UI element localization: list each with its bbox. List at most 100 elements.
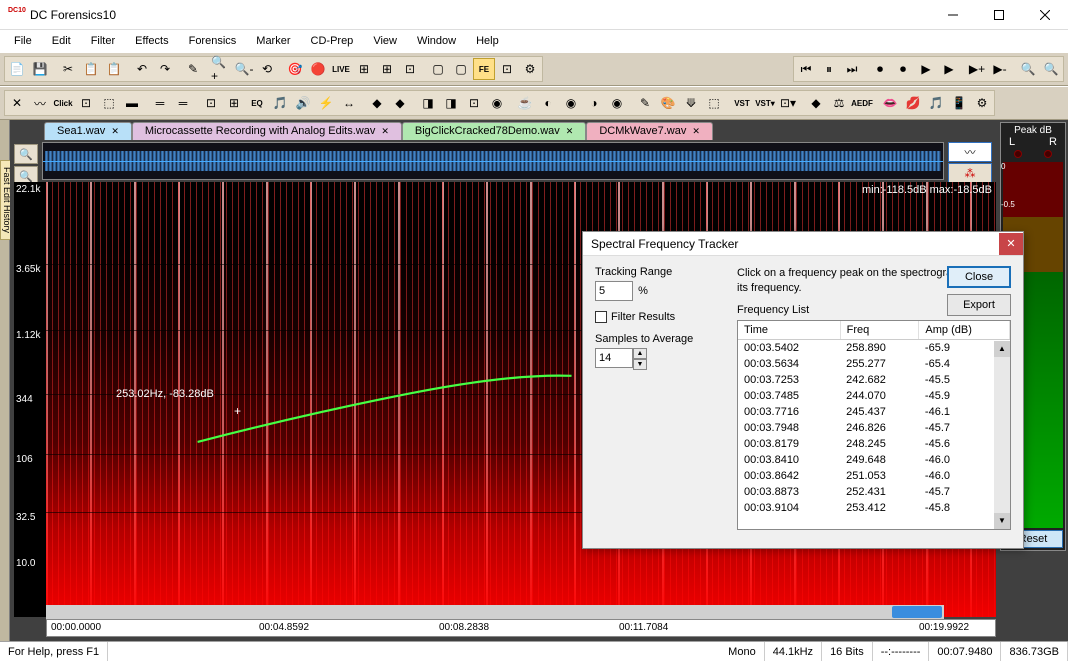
toolbar-button-21[interactable]: ⊡ bbox=[399, 58, 421, 80]
toolbar-button-30[interactable]: ◉ bbox=[606, 92, 628, 114]
toolbar-button-24[interactable]: ▢ bbox=[450, 58, 472, 80]
toolbar-button-45[interactable]: 👄 bbox=[879, 92, 901, 114]
toolbar-button-25[interactable]: FE bbox=[473, 58, 495, 80]
tracking-range-input[interactable] bbox=[595, 281, 633, 301]
table-row[interactable]: 00:03.7716245.437-46.1 bbox=[738, 404, 1010, 420]
table-header[interactable]: Time bbox=[738, 321, 840, 340]
toolbar-button-5[interactable]: 📋 bbox=[103, 58, 125, 80]
transport-button-2[interactable]: ⏭ bbox=[841, 58, 863, 80]
transport-button-6[interactable]: ▶ bbox=[915, 58, 937, 80]
transport-button-10[interactable]: ▶- bbox=[989, 58, 1011, 80]
menu-forensics[interactable]: Forensics bbox=[179, 32, 247, 50]
toolbar-button-34[interactable]: ⟱ bbox=[680, 92, 702, 114]
transport-button-5[interactable]: ⏺ bbox=[892, 58, 914, 80]
table-header[interactable]: Amp (dB) bbox=[919, 321, 1010, 340]
toolbar-button-16[interactable]: ↔ bbox=[338, 92, 360, 114]
tab-close-icon[interactable]: ✕ bbox=[381, 126, 389, 136]
filter-results-checkbox[interactable]: Filter Results bbox=[595, 311, 725, 323]
menu-cd-prep[interactable]: CD-Prep bbox=[301, 32, 364, 50]
menu-help[interactable]: Help bbox=[466, 32, 509, 50]
toolbar-button-13[interactable]: 🎵 bbox=[269, 92, 291, 114]
toolbar-button-10[interactable]: ⊡ bbox=[200, 92, 222, 114]
table-header[interactable]: Freq bbox=[840, 321, 919, 340]
spinner-up-button[interactable]: ▲ bbox=[633, 348, 647, 359]
toolbar-button-8[interactable]: ═ bbox=[172, 92, 194, 114]
toolbar-button-19[interactable]: ⊞ bbox=[353, 58, 375, 80]
dialog-close-button[interactable]: ✕ bbox=[999, 233, 1023, 255]
table-row[interactable]: 00:03.8873252.431-45.7 bbox=[738, 484, 1010, 500]
toolbar-button-41[interactable]: ◆ bbox=[805, 92, 827, 114]
toolbar-button-0[interactable]: ✕ bbox=[6, 92, 28, 114]
toolbar-button-4[interactable]: 📋 bbox=[80, 58, 102, 80]
toolbar-button-23[interactable]: ⊡ bbox=[463, 92, 485, 114]
toolbar-button-43[interactable]: AEDF bbox=[851, 92, 873, 114]
toolbar-button-35[interactable]: ⬚ bbox=[703, 92, 725, 114]
tab-close-icon[interactable]: ✕ bbox=[692, 126, 700, 136]
toolbar-button-42[interactable]: ⚖ bbox=[828, 92, 850, 114]
scroll-up-button[interactable]: ▲ bbox=[994, 341, 1010, 357]
transport-button-1[interactable]: ⏸ bbox=[818, 58, 840, 80]
table-row[interactable]: 00:03.8410249.648-46.0 bbox=[738, 452, 1010, 468]
toolbar-button-10[interactable]: ✎ bbox=[182, 58, 204, 80]
overview-mode-a-button[interactable]: 〰 bbox=[948, 142, 992, 162]
waveform-overview[interactable] bbox=[42, 142, 944, 180]
toolbar-button-32[interactable]: ✎ bbox=[634, 92, 656, 114]
toolbar-button-29[interactable]: ◑ bbox=[583, 92, 605, 114]
toolbar-button-18[interactable]: ◆ bbox=[366, 92, 388, 114]
menu-window[interactable]: Window bbox=[407, 32, 466, 50]
menu-effects[interactable]: Effects bbox=[125, 32, 178, 50]
tab-microcassette-recording-with-analog-edits-wav[interactable]: Microcassette Recording with Analog Edit… bbox=[132, 122, 402, 140]
window-close-button[interactable] bbox=[1022, 0, 1068, 30]
toolbar-button-27[interactable]: ◐ bbox=[537, 92, 559, 114]
toolbar-button-1[interactable]: 〰 bbox=[29, 92, 51, 114]
toolbar-button-38[interactable]: VST▾ bbox=[754, 92, 776, 114]
tab-bigclickcracked78demo-wav[interactable]: BigClickCracked78Demo.wav✕ bbox=[402, 122, 586, 140]
transport-button-12[interactable]: 🔍 bbox=[1017, 58, 1039, 80]
table-row[interactable]: 00:03.5402258.890-65.9 bbox=[738, 339, 1010, 356]
time-axis[interactable]: 00:00.000000:04.859200:08.283800:11.7084… bbox=[46, 619, 996, 637]
toolbar-button-47[interactable]: 🎵 bbox=[925, 92, 947, 114]
zoom-in-button[interactable]: 🔍 bbox=[14, 144, 38, 164]
table-row[interactable]: 00:03.7948246.826-45.7 bbox=[738, 420, 1010, 436]
toolbar-button-33[interactable]: 🎨 bbox=[657, 92, 679, 114]
toolbar-button-2[interactable]: Click bbox=[52, 92, 74, 114]
window-minimize-button[interactable] bbox=[930, 0, 976, 30]
tab-sea1-wav[interactable]: Sea1.wav✕ bbox=[44, 122, 132, 140]
toolbar-button-48[interactable]: 📱 bbox=[948, 92, 970, 114]
tab-dcmkwave7-wav[interactable]: DCMkWave7.wav✕ bbox=[586, 122, 713, 140]
toolbar-button-26[interactable]: ☕ bbox=[514, 92, 536, 114]
spinner-down-button[interactable]: ▼ bbox=[633, 359, 647, 370]
toolbar-button-1[interactable]: 💾 bbox=[29, 58, 51, 80]
toolbar-button-21[interactable]: ◨ bbox=[417, 92, 439, 114]
toolbar-button-39[interactable]: ⊡▾ bbox=[777, 92, 799, 114]
samples-input[interactable] bbox=[595, 348, 633, 368]
transport-button-13[interactable]: 🔍 bbox=[1040, 58, 1062, 80]
transport-button-7[interactable]: ▶ bbox=[938, 58, 960, 80]
toolbar-button-5[interactable]: ▬ bbox=[121, 92, 143, 114]
scroll-down-button[interactable]: ▼ bbox=[994, 513, 1010, 529]
toolbar-button-14[interactable]: 🔊 bbox=[292, 92, 314, 114]
toolbar-button-16[interactable]: 🎯 bbox=[284, 58, 306, 80]
toolbar-button-14[interactable]: ⟲ bbox=[256, 58, 278, 80]
menu-view[interactable]: View bbox=[363, 32, 407, 50]
menu-edit[interactable]: Edit bbox=[42, 32, 81, 50]
toolbar-button-28[interactable]: ◉ bbox=[560, 92, 582, 114]
toolbar-button-4[interactable]: ⬚ bbox=[98, 92, 120, 114]
toolbar-button-19[interactable]: ◆ bbox=[389, 92, 411, 114]
transport-button-4[interactable]: ⏺ bbox=[869, 58, 891, 80]
toolbar-button-18[interactable]: LIVE bbox=[330, 58, 352, 80]
toolbar-button-12[interactable]: 🔍+ bbox=[210, 58, 232, 80]
toolbar-button-15[interactable]: ⚡ bbox=[315, 92, 337, 114]
horizontal-scrollbar[interactable] bbox=[46, 605, 944, 619]
scrollbar-thumb[interactable] bbox=[892, 606, 942, 618]
export-button[interactable]: Export bbox=[947, 294, 1011, 316]
toolbar-button-26[interactable]: ⊡ bbox=[496, 58, 518, 80]
menu-filter[interactable]: Filter bbox=[81, 32, 125, 50]
toolbar-button-46[interactable]: 💋 bbox=[902, 92, 924, 114]
dialog-titlebar[interactable]: Spectral Frequency Tracker ✕ bbox=[583, 232, 1023, 256]
overview-mode-b-button[interactable]: ⁂ bbox=[948, 163, 992, 183]
toolbar-button-7[interactable]: ═ bbox=[149, 92, 171, 114]
tab-close-icon[interactable]: ✕ bbox=[111, 126, 119, 136]
transport-button-9[interactable]: ▶+ bbox=[966, 58, 988, 80]
toolbar-button-11[interactable]: ⊞ bbox=[223, 92, 245, 114]
